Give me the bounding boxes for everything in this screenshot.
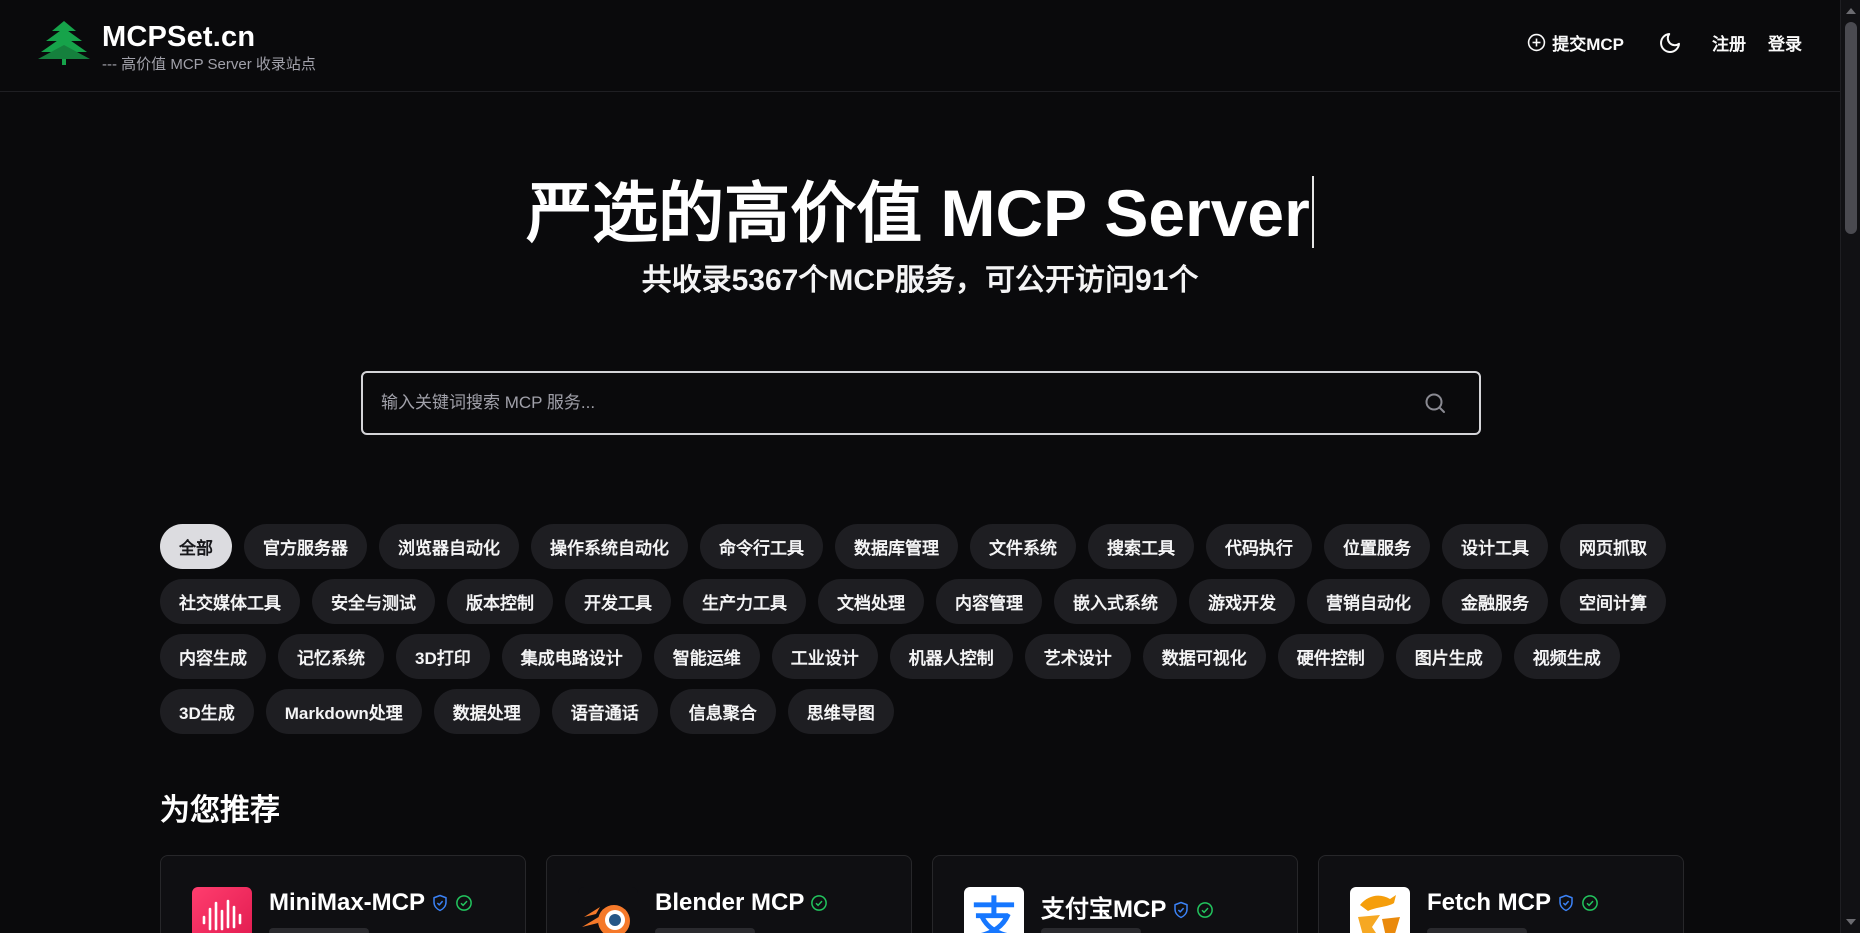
search-box bbox=[361, 371, 1481, 435]
category-chip[interactable]: 浏览器自动化 bbox=[379, 524, 519, 569]
register-link[interactable]: 注册 bbox=[1712, 30, 1746, 55]
category-chip[interactable]: 安全与测试 bbox=[312, 579, 435, 624]
mcp-card[interactable]: MiniMax-MCP bbox=[160, 855, 526, 933]
brand[interactable]: MCPSet.cn --- 高价值 MCP Server 收录站点 bbox=[38, 20, 316, 74]
mcp-card-name: 支付宝MCP bbox=[1041, 896, 1167, 923]
mcp-card-meta bbox=[269, 928, 369, 933]
top-nav: 提交MCP 注册 登录 bbox=[1527, 30, 1802, 55]
category-chip[interactable]: 开发工具 bbox=[565, 579, 671, 624]
category-chip[interactable]: 智能运维 bbox=[653, 634, 760, 679]
scroll-down-arrow-icon[interactable] bbox=[1846, 919, 1856, 925]
page-scrollbar[interactable] bbox=[1840, 0, 1860, 933]
category-chip[interactable]: 3D打印 bbox=[396, 634, 490, 679]
search-icon[interactable] bbox=[1423, 391, 1447, 415]
category-chip[interactable]: 生产力工具 bbox=[683, 579, 806, 624]
category-chip[interactable]: 营销自动化 bbox=[1307, 579, 1430, 624]
search-input[interactable] bbox=[381, 373, 1381, 433]
minimax-logo-icon bbox=[192, 887, 252, 933]
category-chip[interactable]: 数据库管理 bbox=[835, 524, 958, 569]
category-chip[interactable]: 网页抓取 bbox=[1560, 524, 1666, 569]
category-chip[interactable]: 游戏开发 bbox=[1189, 579, 1295, 624]
category-chip[interactable]: Markdown处理 bbox=[265, 689, 422, 734]
category-chip[interactable]: 图片生成 bbox=[1395, 634, 1502, 679]
mcp-card-meta bbox=[1427, 928, 1527, 933]
category-chip[interactable]: 位置服务 bbox=[1324, 524, 1430, 569]
mcp-card-name: Fetch MCP bbox=[1427, 889, 1552, 916]
hero-title-text: 严选的高价值 MCP Server bbox=[526, 176, 1310, 250]
category-chip[interactable]: 命令行工具 bbox=[700, 524, 823, 569]
mcp-card-title: Fetch MCP bbox=[1427, 889, 1599, 917]
brand-tagline: --- 高价值 MCP Server 收录站点 bbox=[102, 56, 316, 73]
mcp-card[interactable]: Blender MCP bbox=[546, 855, 912, 933]
mcp-card[interactable]: Fetch MCP bbox=[1318, 855, 1684, 933]
mcp-card-title: MiniMax-MCP bbox=[269, 889, 473, 917]
category-chip[interactable]: 内容生成 bbox=[160, 634, 266, 679]
category-chip[interactable]: 官方服务器 bbox=[244, 524, 367, 569]
check-circle-icon bbox=[1582, 895, 1598, 911]
category-chip[interactable]: 思维导图 bbox=[787, 689, 894, 734]
svg-text:支: 支 bbox=[971, 892, 1017, 933]
blender-logo-icon bbox=[578, 887, 638, 933]
mcp-card-name: Blender MCP bbox=[655, 889, 805, 916]
hero-title: 严选的高价值 MCP Server bbox=[0, 172, 1840, 254]
category-chip[interactable]: 数据可视化 bbox=[1142, 634, 1266, 679]
category-chip[interactable]: 艺术设计 bbox=[1024, 634, 1131, 679]
category-chip[interactable]: 嵌入式系统 bbox=[1054, 579, 1177, 624]
category-chip[interactable]: 版本控制 bbox=[447, 579, 553, 624]
login-link[interactable]: 登录 bbox=[1768, 30, 1802, 55]
plus-circle-icon bbox=[1528, 33, 1546, 52]
typing-caret bbox=[1311, 176, 1314, 248]
verified-shield-icon bbox=[433, 894, 447, 912]
fetch-logo-icon bbox=[1350, 887, 1410, 933]
alipay-logo-icon: 支 bbox=[964, 887, 1024, 933]
mcp-card-meta bbox=[1041, 928, 1141, 933]
category-chip[interactable]: 内容管理 bbox=[936, 579, 1042, 624]
category-chip[interactable]: 全部 bbox=[160, 524, 232, 569]
mcp-card[interactable]: 支 支付宝MCP bbox=[932, 855, 1298, 933]
category-chip[interactable]: 3D生成 bbox=[160, 689, 254, 734]
brand-name: MCPSet.cn bbox=[102, 21, 256, 53]
check-circle-icon bbox=[456, 895, 472, 911]
category-chip[interactable]: 集成电路设计 bbox=[501, 634, 642, 679]
category-chip[interactable]: 空间计算 bbox=[1560, 579, 1666, 624]
check-circle-icon bbox=[1197, 902, 1214, 918]
hero-subtitle: 共收录5367个MCP服务，可公开访问91个 bbox=[641, 264, 1199, 297]
category-chip[interactable]: 工业设计 bbox=[771, 634, 878, 679]
mcp-card-meta bbox=[655, 928, 755, 933]
verified-shield-icon bbox=[1559, 894, 1573, 912]
category-chip[interactable]: 设计工具 bbox=[1442, 524, 1548, 569]
recommend-card-list: MiniMax-MCP Blender MCP 支 支付宝MCP Fetch M… bbox=[160, 855, 1684, 933]
scroll-up-arrow-icon[interactable] bbox=[1846, 8, 1856, 14]
recommend-section-title: 为您推荐 bbox=[160, 794, 280, 827]
check-circle-icon bbox=[811, 895, 828, 911]
pine-tree-logo-icon bbox=[38, 21, 90, 65]
category-chip[interactable]: 视频生成 bbox=[1513, 634, 1620, 679]
category-chip[interactable]: 机器人控制 bbox=[889, 634, 1013, 679]
category-chip[interactable]: 操作系统自动化 bbox=[531, 524, 688, 569]
category-chip[interactable]: 语音通话 bbox=[551, 689, 658, 734]
submit-mcp-button[interactable]: 提交MCP bbox=[1527, 30, 1624, 55]
scrollbar-thumb[interactable] bbox=[1845, 22, 1857, 234]
verified-shield-icon bbox=[1174, 901, 1189, 919]
category-chip[interactable]: 记忆系统 bbox=[278, 634, 384, 679]
category-chip[interactable]: 数据处理 bbox=[433, 689, 540, 734]
category-chip[interactable]: 社交媒体工具 bbox=[160, 579, 300, 624]
category-chip[interactable]: 金融服务 bbox=[1442, 579, 1548, 624]
category-chip[interactable]: 文件系统 bbox=[970, 524, 1076, 569]
category-chip[interactable]: 搜索工具 bbox=[1088, 524, 1194, 569]
category-chip[interactable]: 硬件控制 bbox=[1277, 634, 1384, 679]
mcp-card-title: Blender MCP bbox=[655, 889, 828, 917]
mcp-card-title: 支付宝MCP bbox=[1041, 889, 1214, 924]
site-header: MCPSet.cn --- 高价值 MCP Server 收录站点 提交MCP … bbox=[0, 0, 1840, 92]
category-chip[interactable]: 信息聚合 bbox=[669, 689, 776, 734]
category-chip[interactable]: 代码执行 bbox=[1206, 524, 1312, 569]
category-filter-list: 全部 官方服务器 浏览器自动化 操作系统自动化 命令行工具 数据库管理 文件系统 搜索工具 代码… bbox=[160, 524, 1680, 734]
submit-mcp-label: 提交MCP bbox=[1552, 35, 1624, 54]
moon-icon[interactable] bbox=[1658, 31, 1682, 55]
mcp-card-name: MiniMax-MCP bbox=[269, 889, 425, 916]
category-chip[interactable]: 文档处理 bbox=[818, 579, 924, 624]
